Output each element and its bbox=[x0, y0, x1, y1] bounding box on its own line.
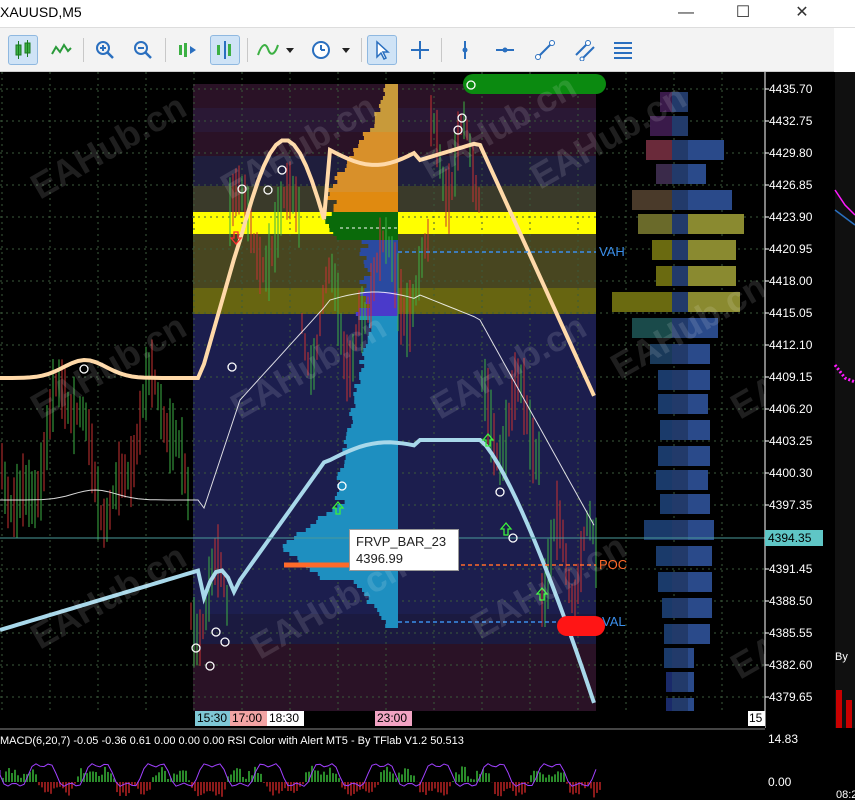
price-tick: 4388.50 bbox=[769, 594, 813, 608]
price-tick: 4406.20 bbox=[769, 402, 813, 416]
price-tick: 4423.90 bbox=[769, 210, 813, 224]
fibonacci-icon[interactable] bbox=[608, 35, 638, 65]
crosshair-icon[interactable] bbox=[405, 35, 435, 65]
price-tick: 4426.85 bbox=[769, 178, 813, 192]
poc-label: POC bbox=[599, 557, 627, 572]
bar-chart-icon[interactable] bbox=[8, 35, 38, 65]
right-panel-label: By bbox=[835, 651, 848, 663]
title-bar: XAUUSD,M5 — ☐ ✕ bbox=[0, 0, 855, 28]
price-tick: 4409.15 bbox=[769, 370, 813, 384]
toolbar-separator bbox=[83, 38, 84, 62]
vertical-line-icon[interactable] bbox=[450, 35, 480, 65]
price-tick: 4435.70 bbox=[769, 82, 813, 96]
vah-label: VAH bbox=[599, 244, 625, 259]
price-tick: 4418.00 bbox=[769, 274, 813, 288]
equidistant-channel-icon[interactable] bbox=[570, 35, 600, 65]
time-label-1700: 17:00 bbox=[232, 711, 262, 725]
line-chart-icon[interactable] bbox=[46, 35, 76, 65]
close-button[interactable]: ✕ bbox=[789, 2, 815, 24]
price-tick: 4432.75 bbox=[769, 114, 813, 128]
time-label-far-right: 08:2 bbox=[836, 789, 855, 800]
toolbar-separator bbox=[247, 38, 248, 62]
chart-shift-icon[interactable] bbox=[210, 35, 240, 65]
window-title: XAUUSD,M5 bbox=[0, 4, 82, 20]
toolbar-edge bbox=[834, 28, 855, 72]
toolbar-separator bbox=[441, 38, 442, 62]
maximize-button[interactable]: ☐ bbox=[730, 2, 756, 24]
periods-clock-icon[interactable] bbox=[308, 35, 354, 65]
toolbar-separator bbox=[165, 38, 166, 62]
auto-scroll-icon[interactable] bbox=[172, 35, 202, 65]
cursor-arrow-icon[interactable] bbox=[367, 35, 397, 65]
price-tick: 4391.45 bbox=[769, 562, 813, 576]
price-tick: 4397.35 bbox=[769, 498, 813, 512]
price-tick: 4420.95 bbox=[769, 242, 813, 256]
low-marker bbox=[557, 616, 605, 636]
zoom-out-icon[interactable] bbox=[128, 35, 158, 65]
val-label: VAL bbox=[602, 614, 626, 629]
horizontal-line-icon[interactable] bbox=[490, 35, 520, 65]
price-tick: 4403.25 bbox=[769, 434, 813, 448]
tooltip-value: 4396.99 bbox=[356, 551, 403, 566]
time-label-1830: 18:30 bbox=[269, 711, 299, 725]
indicators-icon[interactable] bbox=[254, 35, 298, 65]
price-tick: 4379.65 bbox=[769, 690, 813, 704]
price-tick: 4400.30 bbox=[769, 466, 813, 480]
time-label-1530: 15:30 bbox=[197, 711, 227, 725]
price-tick: 4415.05 bbox=[769, 306, 813, 320]
minimize-button[interactable]: — bbox=[673, 2, 699, 24]
price-chart[interactable]: EAHub.cn EAHub.cn EAHub.cnEAHub.cnEAHub.cn… bbox=[0, 72, 855, 800]
indicator-label: MACD(6,20,7) -0.05 -0.36 0.61 0.00 0.00 … bbox=[0, 735, 464, 747]
macd-tick-zero: 0.00 bbox=[768, 775, 792, 789]
price-tick: 4385.55 bbox=[769, 626, 813, 640]
chart-toolbar bbox=[0, 28, 834, 72]
toolbar-separator bbox=[361, 38, 362, 62]
time-label-2300: 23:00 bbox=[377, 711, 407, 725]
price-tick: 4429.80 bbox=[769, 146, 813, 160]
price-tick: 4412.10 bbox=[769, 338, 813, 352]
trend-line-icon[interactable] bbox=[530, 35, 560, 65]
macd-tick-top: 14.83 bbox=[768, 732, 798, 746]
profile-tooltip: FRVP_BAR_23 4396.99 bbox=[349, 529, 459, 571]
tooltip-name: FRVP_BAR_23 bbox=[356, 534, 447, 549]
zoom-in-icon[interactable] bbox=[90, 35, 120, 65]
time-label-right: 15 bbox=[749, 711, 763, 725]
current-price-label: 4394.35 bbox=[768, 531, 812, 545]
price-tick: 4382.60 bbox=[769, 658, 813, 672]
